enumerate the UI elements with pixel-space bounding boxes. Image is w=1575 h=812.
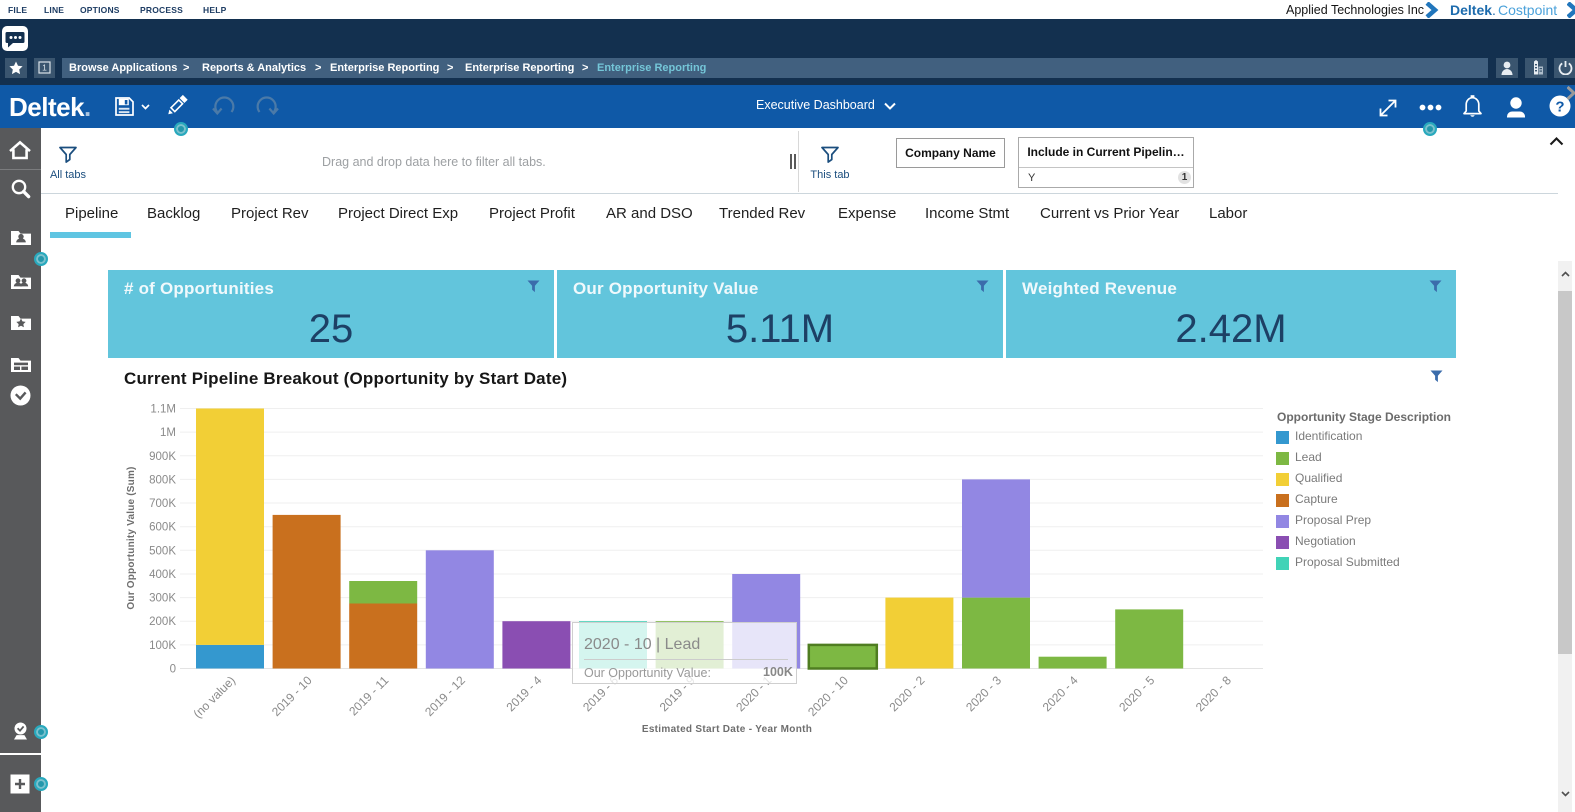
svg-text:2019 - 10: 2019 - 10: [269, 673, 315, 719]
svg-text:500K: 500K: [149, 545, 176, 557]
svg-text:2020 - 5: 2020 - 5: [1116, 673, 1157, 714]
svg-text:Estimated Start Date - Year Mo: Estimated Start Date - Year Month: [642, 724, 812, 735]
svg-text:600K: 600K: [149, 522, 176, 534]
svg-text:2019 - 12: 2019 - 12: [422, 673, 468, 719]
svg-text:(no value): (no value): [190, 673, 238, 721]
svg-text:Our Opportunity Value (Sum): Our Opportunity Value (Sum): [126, 466, 137, 609]
svg-text:2020 - 4: 2020 - 4: [1040, 673, 1081, 714]
svg-text:700K: 700K: [149, 498, 176, 510]
svg-text:900K: 900K: [149, 451, 176, 463]
svg-text:2020 - 3: 2020 - 3: [963, 673, 1004, 714]
svg-text:100K: 100K: [149, 640, 176, 652]
svg-text:800K: 800K: [149, 474, 176, 486]
svg-text:0: 0: [170, 664, 176, 676]
svg-text:200K: 200K: [149, 616, 176, 628]
svg-text:300K: 300K: [149, 593, 176, 605]
svg-text:2019 - 11: 2019 - 11: [346, 673, 391, 718]
svg-text:2020 - 8: 2020 - 8: [1193, 673, 1234, 714]
svg-text:2020 - 10: 2020 - 10: [805, 673, 851, 719]
svg-text:2019 - 4: 2019 - 4: [503, 673, 544, 714]
svg-text:1.1M: 1.1M: [150, 404, 176, 416]
svg-text:1M: 1M: [160, 427, 176, 439]
svg-text:2020 - 2: 2020 - 2: [886, 673, 927, 714]
svg-text:400K: 400K: [149, 569, 176, 581]
